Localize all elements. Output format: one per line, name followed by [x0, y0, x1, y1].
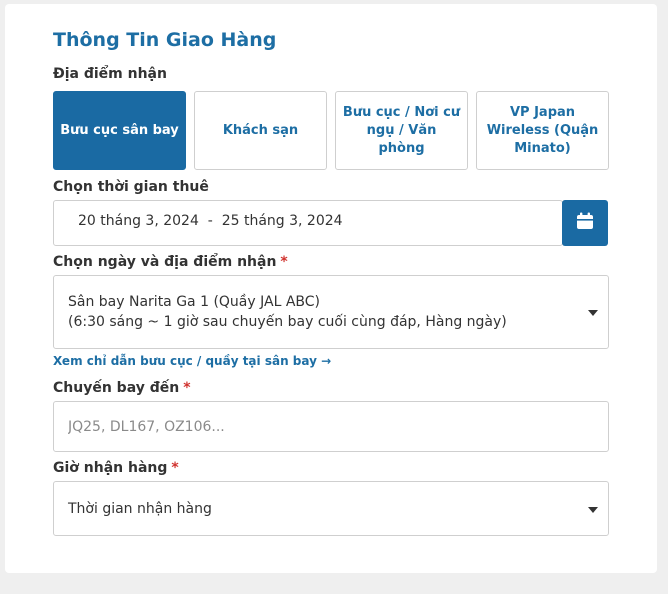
calendar-icon — [575, 211, 595, 235]
page-title: Thông Tin Giao Hàng — [53, 29, 277, 51]
flight-label-text: Chuyến bay đến — [53, 380, 180, 396]
option-japan-wireless-office[interactable]: VP Japan Wireless (Quận Minato) — [476, 91, 609, 170]
pickup-time-label-text: Giờ nhận hàng — [53, 460, 168, 476]
delivery-info-card: Thông Tin Giao Hàng Địa điểm nhận Bưu cụ… — [5, 4, 657, 573]
rental-period-field[interactable]: 20 tháng 3, 2024 - 25 tháng 3, 2024 — [53, 200, 563, 246]
option-hotel[interactable]: Khách sạn — [194, 91, 327, 170]
option-label: Bưu cục sân bay — [60, 122, 179, 138]
date-location-select[interactable]: Sân bay Narita Ga 1 (Quầy JAL ABC) (6:30… — [53, 275, 609, 349]
pickup-time-value: Thời gian nhận hàng — [68, 501, 212, 517]
flight-label: Chuyến bay đến * — [53, 380, 191, 396]
date-location-label-text: Chọn ngày và địa điểm nhận — [53, 254, 277, 270]
pickup-location-label: Địa điểm nhận — [53, 66, 167, 82]
date-location-line2: (6:30 sáng ~ 1 giờ sau chuyến bay cuối c… — [68, 314, 507, 330]
pickup-time-select[interactable]: Thời gian nhận hàng — [53, 481, 609, 536]
option-label: Bưu cục / Nơi cư ngụ / Văn phòng — [342, 104, 461, 156]
chevron-down-icon — [588, 507, 598, 513]
airport-guide-link[interactable]: Xem chỉ dẫn bưu cục / quầy tại sân bay → — [53, 354, 331, 368]
calendar-button[interactable] — [562, 200, 608, 246]
required-marker: * — [171, 460, 179, 476]
required-marker: * — [183, 380, 191, 396]
option-post-office-residence-office[interactable]: Bưu cục / Nơi cư ngụ / Văn phòng — [335, 91, 468, 170]
flight-number-input[interactable] — [53, 401, 609, 452]
date-location-label: Chọn ngày và địa điểm nhận * — [53, 254, 288, 270]
required-marker: * — [280, 254, 288, 270]
chevron-down-icon — [588, 310, 598, 316]
rental-period-label: Chọn thời gian thuê — [53, 179, 209, 195]
date-location-line1: Sân bay Narita Ga 1 (Quầy JAL ABC) — [68, 294, 320, 310]
option-label: VP Japan Wireless (Quận Minato) — [486, 104, 599, 156]
option-label: Khách sạn — [222, 122, 299, 138]
rental-period-value: 20 tháng 3, 2024 - 25 tháng 3, 2024 — [78, 213, 343, 229]
option-airport-post-office[interactable]: Bưu cục sân bay — [53, 91, 186, 170]
pickup-time-label: Giờ nhận hàng * — [53, 460, 179, 476]
